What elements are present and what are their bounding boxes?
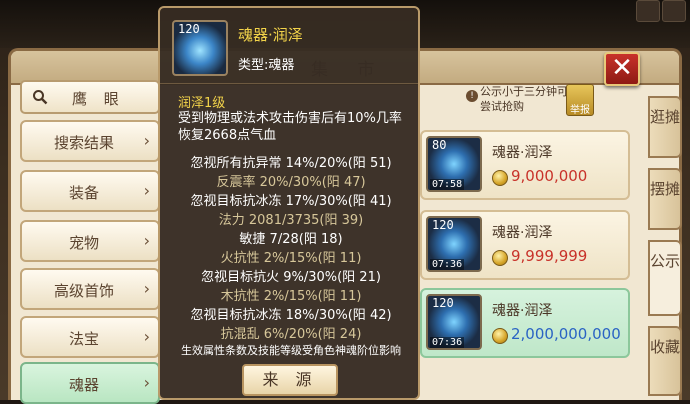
report-button[interactable]: 举报 <box>566 84 594 116</box>
item-price: 9,000,000 <box>511 167 588 185</box>
top-button-2[interactable] <box>662 0 686 22</box>
item-level: 80 <box>432 138 447 152</box>
gold-coin-icon <box>492 170 508 186</box>
gold-coin-icon <box>492 328 508 344</box>
attribute-line: 忽视目标抗冰冻 18%/30%(阳 42) <box>190 308 392 323</box>
tab-set-stall[interactable]: 摆摊 <box>648 168 682 230</box>
chevron-right-icon: › <box>143 279 150 298</box>
attribute-line: 忽视所有抗异常 14%/20%(阳 51) <box>190 156 392 171</box>
menu-item-label: 宠物 <box>68 234 99 252</box>
tab-favorites[interactable]: 收藏 <box>648 326 682 396</box>
menu-item-jewelry[interactable]: 高级首饰 › <box>20 268 160 310</box>
menu-item-label: 装备 <box>68 184 99 202</box>
listing-card[interactable]: 120 07:36 魂器·润泽 9,999,999 <box>420 210 630 280</box>
notice-text: 公示小于三分钟可尝试抢购 <box>480 85 568 113</box>
item-level: 120 <box>432 296 454 310</box>
attribute-line: 法力 2081/3735(阳 39) <box>218 213 364 228</box>
menu-item-label: 搜索结果 <box>53 134 114 152</box>
item-level: 120 <box>178 22 200 36</box>
menu-item-artifacts[interactable]: 法宝 › <box>20 316 160 358</box>
item-name: 魂器·润泽 <box>492 145 553 161</box>
item-timer: 07:36 <box>430 337 465 348</box>
menu-item-search-results[interactable]: 搜索结果 › <box>20 120 160 162</box>
listing-card[interactable]: 120 07:36 魂器·润泽 2,000,000,000 <box>420 288 630 358</box>
item-name: 魂器·润泽 <box>492 303 553 319</box>
item-name: 魂器·润泽 <box>492 225 553 241</box>
soul-vessel-item-icon: 80 07:58 <box>426 136 482 192</box>
tooltip-header: 120 魂器·润泽 类型:魂器 <box>160 8 418 84</box>
search-label: 鹰 眼 <box>72 90 125 108</box>
eagle-eye-search-button[interactable]: 鹰 眼 <box>20 80 160 114</box>
tooltip-title: 魂器·润泽 <box>238 26 303 44</box>
menu-item-pets[interactable]: 宠物 › <box>20 220 160 262</box>
attribute-line: 忽视目标抗冰冻 17%/30%(阳 41) <box>190 194 392 209</box>
close-button[interactable]: ✕ <box>604 52 640 86</box>
chevron-right-icon: › <box>143 231 150 250</box>
tooltip-item-type: 类型:魂器 <box>238 58 295 73</box>
attribute-line: 火抗性 2%/15%(阳 11) <box>220 251 362 266</box>
menu-item-label: 高级首饰 <box>53 282 114 300</box>
menu-item-soul-vessel[interactable]: 魂器 › <box>20 362 160 404</box>
item-timer: 07:36 <box>430 259 465 270</box>
attribute-line: 反震率 20%/30%(阳 47) <box>216 175 366 190</box>
item-price: 2,000,000,000 <box>511 325 621 343</box>
menu-item-label: 法宝 <box>68 330 99 348</box>
item-price: 9,999,999 <box>511 247 588 265</box>
item-tooltip: 120 魂器·润泽 类型:魂器 润泽1级 受到物理或法术攻击伤害后有10%几率恢… <box>158 6 420 400</box>
skill-name: 润泽1级 <box>178 96 226 111</box>
attribute-line: 木抗性 2%/15%(阳 11) <box>220 289 362 304</box>
chevron-right-icon: › <box>143 327 150 346</box>
attribute-line: 敏捷 7/28(阳 18) <box>239 232 343 247</box>
tooltip-footer-note: 生效属性条数及技能等级受角色神魂阶位影响 <box>181 344 401 357</box>
skill-description: 受到物理或法术攻击伤害后有10%几率恢复2668点气血 <box>178 111 402 143</box>
chevron-right-icon: › <box>143 181 150 200</box>
source-button[interactable]: 来 源 <box>242 364 338 396</box>
top-button-1[interactable] <box>636 0 660 22</box>
soul-vessel-item-icon: 120 07:36 <box>426 294 482 350</box>
listing-card[interactable]: 80 07:58 魂器·润泽 9,000,000 <box>420 130 630 200</box>
soul-vessel-item-icon: 120 07:36 <box>426 216 482 272</box>
tab-browse[interactable]: 逛摊 <box>648 96 682 158</box>
gold-coin-icon <box>492 250 508 266</box>
search-icon <box>33 90 48 105</box>
tab-public[interactable]: 公示 <box>648 240 682 316</box>
chevron-right-icon: › <box>143 373 150 392</box>
menu-item-equipment[interactable]: 装备 › <box>20 170 160 212</box>
soul-vessel-item-icon: 120 <box>172 20 228 76</box>
menu-item-label: 魂器 <box>68 376 99 394</box>
info-icon: ! <box>466 90 478 102</box>
chevron-right-icon: › <box>143 131 150 150</box>
item-level: 120 <box>432 218 454 232</box>
attribute-line: 忽视目标抗火 9%/30%(阳 21) <box>201 270 381 285</box>
item-timer: 07:58 <box>430 179 465 190</box>
attribute-line: 抗混乱 6%/20%(阳 24) <box>220 327 362 342</box>
